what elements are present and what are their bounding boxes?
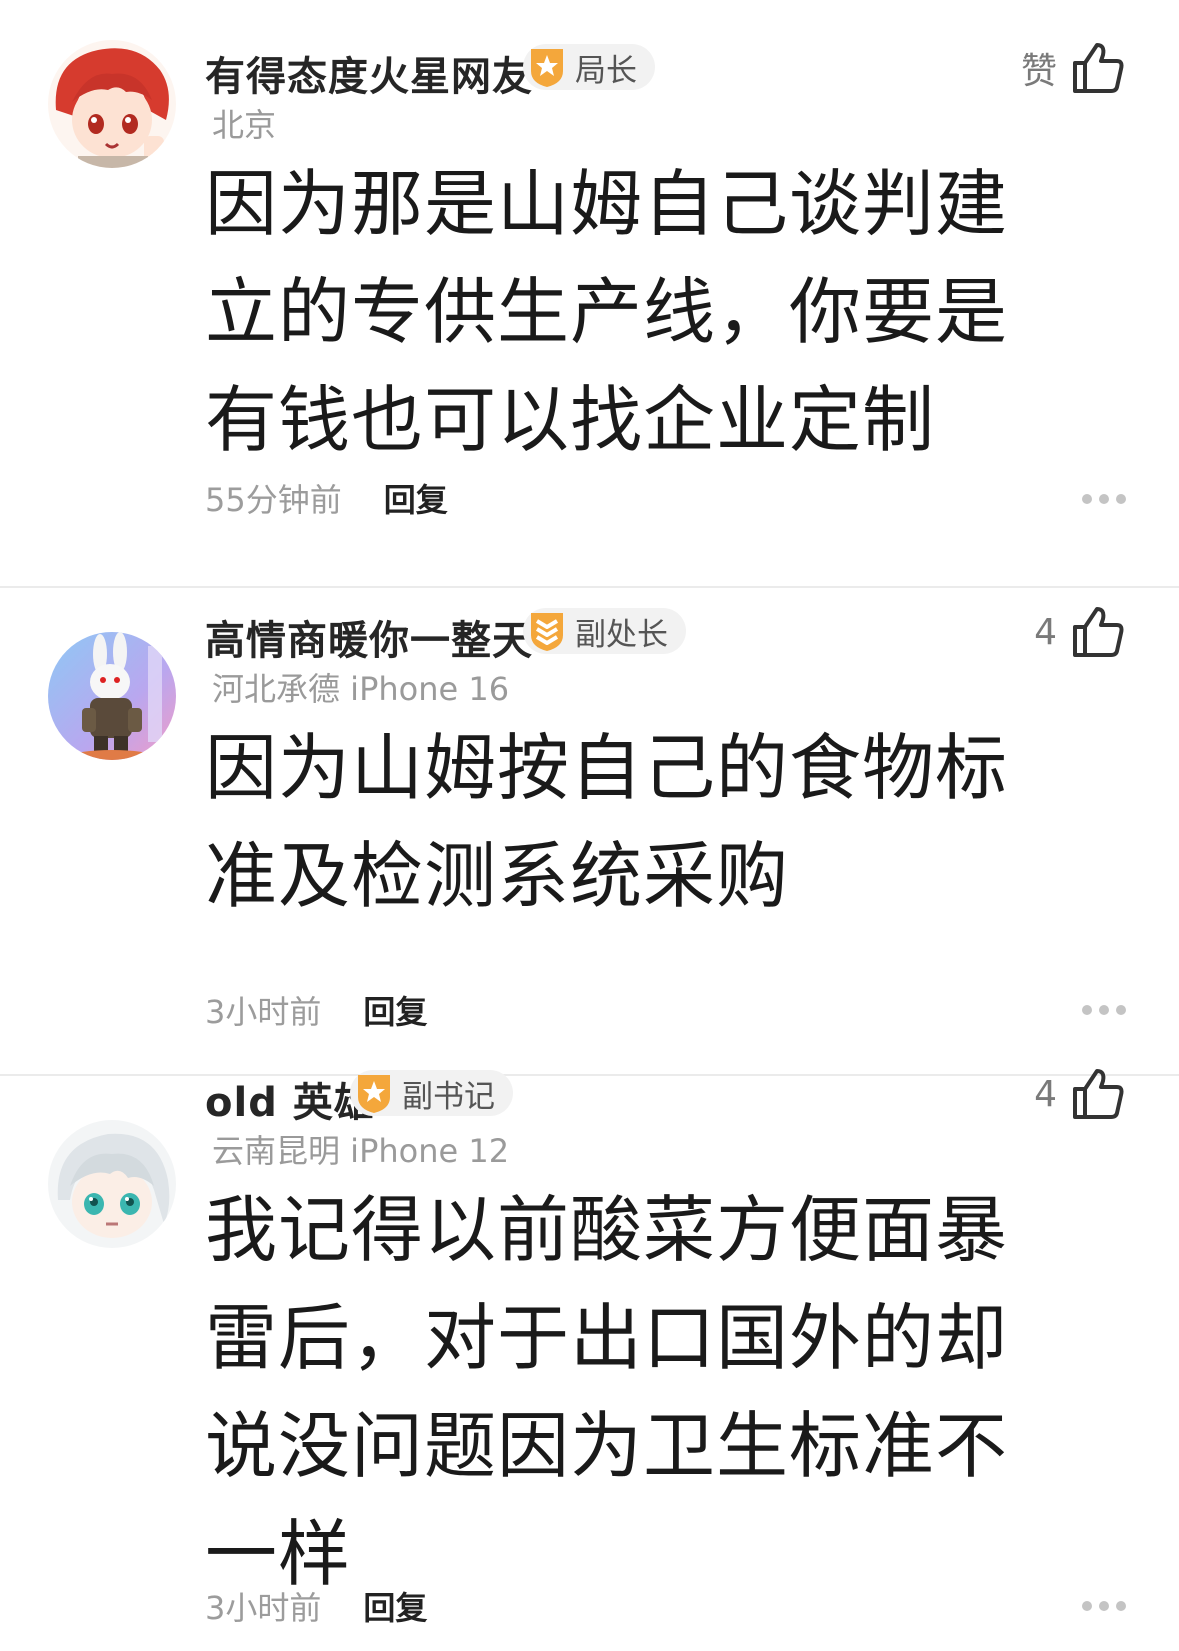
comment-text: 因为山姆按自己的食物标准及检测系统采购 [205, 726, 1009, 918]
like-label: 赞 [1020, 51, 1057, 92]
thumbs-up-icon [1073, 1069, 1124, 1119]
divider [0, 586, 1179, 588]
star-shield-badge-icon [358, 1075, 390, 1113]
rank-badge[interactable]: 副处长 [523, 608, 686, 654]
timestamp: 3小时前 [205, 993, 322, 1031]
username[interactable]: 有得态度火星网友 [205, 44, 533, 102]
like-count: 4 [1034, 611, 1057, 653]
avatar-red-hair-character-icon [48, 40, 176, 168]
location: 云南昆明 iPhone 12 [212, 1132, 510, 1170]
timestamp: 3小时前 [205, 1589, 322, 1627]
comment-meta: 3小时前 回复 [205, 1583, 427, 1629]
like-button[interactable]: 4 [1034, 1066, 1127, 1122]
avatar[interactable] [48, 1120, 176, 1248]
badge-label: 副书记 [402, 1078, 495, 1115]
username[interactable]: old 英雄 [205, 1070, 375, 1128]
username[interactable]: 高情商暖你一整天 [205, 608, 533, 666]
comment-text: 我记得以前酸菜方便面暴雷后，对于出口国外的却说没问题因为卫生标准不一样 [205, 1188, 1009, 1596]
reply-button[interactable]: 回复 [363, 1583, 427, 1629]
comment-meta: 3小时前 回复 [205, 987, 427, 1033]
comment-meta: 55分钟前 回复 [205, 475, 448, 521]
like-count: 4 [1034, 1073, 1057, 1115]
like-button[interactable]: 赞 [1021, 40, 1127, 96]
like-button[interactable]: 4 [1034, 604, 1127, 660]
location: 北京 [212, 106, 277, 144]
avatar[interactable] [48, 40, 176, 168]
rank-badge[interactable]: 局长 [523, 44, 655, 90]
divider [0, 1074, 1179, 1076]
thumbs-up-icon [1073, 43, 1124, 93]
comment-text: 因为那是山姆自己谈判建立的专供生产线，你要是有钱也可以找企业定制 [205, 162, 1009, 462]
timestamp: 55分钟前 [205, 481, 342, 519]
rank-badge[interactable]: 副书记 [350, 1070, 513, 1116]
chevron-shield-badge-icon [531, 613, 563, 651]
badge-label: 局长 [575, 52, 637, 89]
avatar-white-hair-character-icon [48, 1120, 176, 1248]
more-dots-icon[interactable] [1081, 1004, 1127, 1016]
avatar-rabbit-soldier-icon [48, 632, 176, 760]
more-dots-icon[interactable] [1081, 493, 1127, 505]
reply-button[interactable]: 回复 [363, 987, 427, 1033]
reply-button[interactable]: 回复 [384, 475, 448, 521]
avatar[interactable] [48, 632, 176, 760]
location: 河北承德 iPhone 16 [212, 670, 510, 708]
star-shield-badge-icon [531, 49, 563, 87]
thumbs-up-icon [1073, 607, 1124, 657]
badge-label: 副处长 [575, 616, 668, 653]
more-dots-icon[interactable] [1081, 1600, 1127, 1612]
